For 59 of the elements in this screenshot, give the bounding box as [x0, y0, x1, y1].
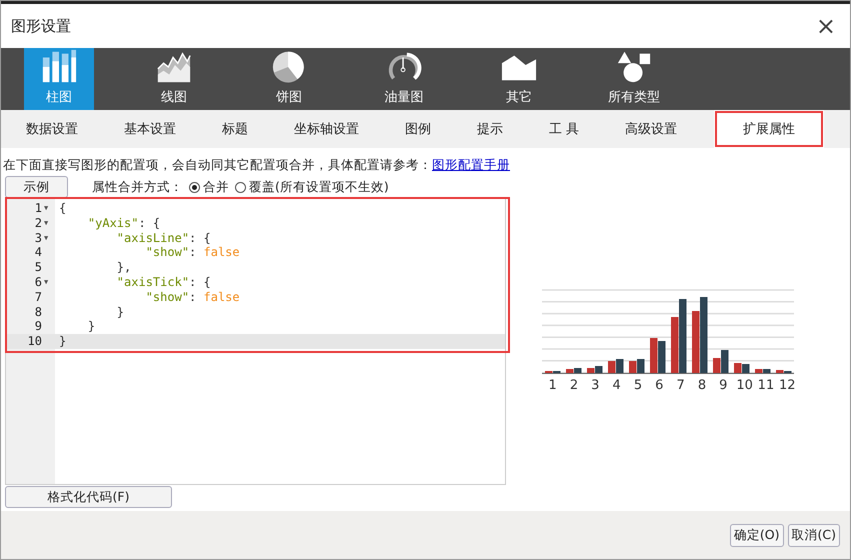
- line-number: 4: [34, 245, 42, 260]
- code-line: "show": false: [144, 245, 241, 260]
- manual-link[interactable]: 图形配置手册: [432, 157, 510, 172]
- axis-label: 10: [735, 378, 754, 393]
- dialog-button[interactable]: 确定(O): [730, 524, 784, 546]
- hint-text: 在下面直接写图形的配置项，会自动同其它配置项合并，具体配置请参考：图形配置手册: [3, 157, 511, 174]
- chart-type-item[interactable]: 其它: [484, 48, 554, 110]
- dialog-button[interactable]: 取消(C): [788, 524, 840, 546]
- code-line: {: [58, 201, 68, 216]
- code-line: }: [86, 319, 96, 334]
- settings-tab[interactable]: 高级设置: [602, 110, 700, 148]
- merge-radio[interactable]: 覆盖(所有设置项不生效): [235, 178, 389, 196]
- line-number: 6: [34, 274, 42, 290]
- chart-type-item[interactable]: 所有类型: [599, 48, 669, 110]
- axis-label: 4: [612, 378, 622, 393]
- format-code-button[interactable]: 格式化代码(F): [5, 486, 172, 508]
- settings-tab[interactable]: 提示: [454, 110, 526, 148]
- axis-label: 3: [590, 378, 600, 393]
- settings-tab[interactable]: 坐标轴设置: [271, 110, 382, 148]
- merge-label: 属性合并方式：: [92, 178, 183, 196]
- merge-radio[interactable]: 合并: [189, 178, 229, 196]
- code-line: "axisLine": {: [116, 230, 212, 246]
- line-number: 5: [34, 260, 42, 275]
- line-number: 1: [34, 201, 42, 216]
- chart-type-item[interactable]: 油量图: [369, 48, 439, 110]
- close-button[interactable]: ×: [816, 14, 836, 38]
- axis-label: 1: [548, 378, 558, 393]
- pie-chart-icon: [271, 49, 307, 83]
- settings-tab[interactable]: 扩展属性: [714, 110, 824, 148]
- line-number: 3: [34, 230, 42, 246]
- chart-type-item[interactable]: 饼图: [254, 48, 324, 110]
- window-title: 图形设置: [11, 16, 71, 36]
- axis-label: 11: [756, 378, 776, 393]
- axis-label: 5: [632, 378, 644, 393]
- code-line: "show": false: [144, 290, 241, 305]
- code-line: "axisTick": {: [116, 274, 212, 290]
- code-line: "yAxis": {: [86, 216, 162, 231]
- example-button[interactable]: 示例: [5, 176, 68, 198]
- bar-chart-icon: [41, 49, 77, 83]
- axis-label: 6: [654, 378, 664, 393]
- chart-type-item[interactable]: 线图: [139, 48, 209, 110]
- settings-tab[interactable]: 标题: [199, 110, 271, 148]
- axis-label: 9: [718, 378, 728, 393]
- axis-label: 8: [696, 378, 708, 393]
- axis-label: 12: [778, 378, 797, 393]
- axis-label: 2: [568, 378, 580, 393]
- code-line: }: [116, 304, 126, 320]
- shapes-icon: [616, 49, 652, 83]
- settings-tab[interactable]: 数据设置: [3, 110, 101, 148]
- line-number: 9: [34, 319, 42, 334]
- line-number: 7: [34, 290, 42, 305]
- settings-tab[interactable]: 基本设置: [101, 110, 199, 148]
- code-line: },: [116, 260, 132, 275]
- line-number: 2: [34, 216, 42, 231]
- line-number: 8: [34, 304, 42, 320]
- axis-label: 7: [675, 378, 686, 393]
- settings-tab[interactable]: 图例: [382, 110, 454, 148]
- settings-tab[interactable]: 工 具: [526, 110, 602, 148]
- line-number: 10: [28, 334, 42, 349]
